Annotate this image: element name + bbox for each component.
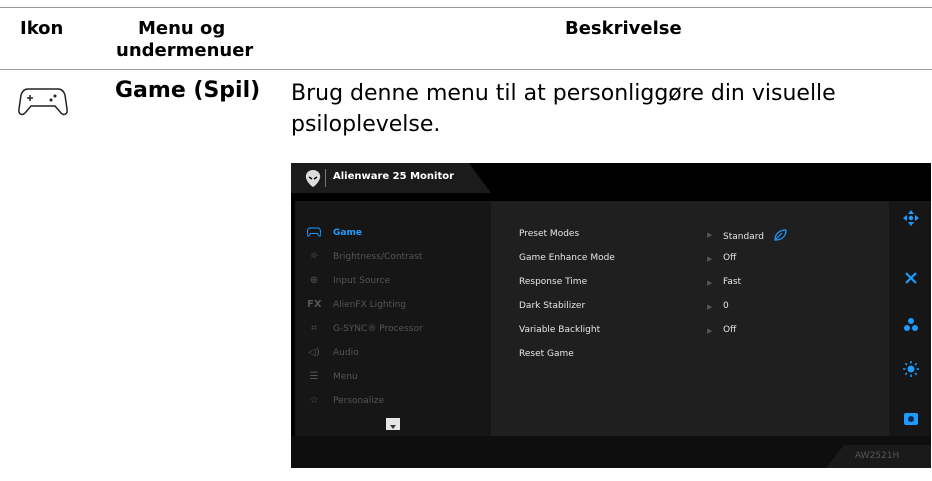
arrow-right-icon: ▶	[707, 327, 713, 335]
gamepad-icon	[18, 85, 68, 117]
header-icon-column: Ikon	[20, 18, 64, 39]
top-rule	[0, 7, 932, 8]
arrow-right-icon: ▶	[707, 279, 713, 287]
scroll-down-button[interactable]	[386, 418, 400, 430]
gamepad-icon	[306, 227, 322, 239]
processor-icon: ⌗	[311, 323, 317, 334]
alienware-logo-icon	[305, 170, 321, 187]
brightness-icon: ☼	[309, 251, 319, 262]
header-description-column: Beskrivelse	[565, 18, 682, 39]
osd-screenshot: Alienware 25 Monitor Game ☼ Brightness/Co…	[291, 163, 931, 468]
osd-model-label: AW2521H	[855, 451, 900, 461]
leaf-icon	[773, 229, 787, 244]
input-source-icon: ⊕	[309, 275, 319, 286]
close-icon[interactable]	[903, 270, 919, 286]
setting-dark-stabilizer-value[interactable]: 0	[723, 301, 729, 311]
osd-menu-label: Input Source	[333, 276, 391, 286]
arrow-right-icon: ▶	[707, 303, 713, 311]
header-menu-line1: Menu og	[138, 18, 226, 39]
osd-menu-label: Brightness/Contrast	[333, 252, 423, 262]
setting-dark-stabilizer-label: Dark Stabilizer	[519, 301, 586, 311]
osd-title-separator	[325, 169, 326, 187]
setting-variable-backlight-label: Variable Backlight	[519, 325, 601, 335]
osd-menu-item-personalize[interactable]: ☆ Personalize	[307, 395, 385, 411]
row-title: Game (Spil)	[115, 78, 261, 103]
osd-header-title: Alienware 25 Monitor	[333, 171, 455, 182]
osd-menu-item-alienfx[interactable]: FX AlienFX Lighting	[307, 299, 406, 315]
audio-icon: ◁)	[308, 347, 320, 358]
arrow-right-icon: ▶	[707, 255, 713, 263]
header-menu-line2: undermenuer	[116, 40, 254, 61]
star-icon: ☆	[309, 395, 319, 406]
screen-icon[interactable]	[903, 411, 919, 427]
osd-menu-item-game[interactable]: Game	[306, 227, 362, 243]
osd-menu-item-processor[interactable]: ⌗ G-SYNC® Processor	[307, 323, 423, 339]
osd-menu-label: Audio	[333, 348, 359, 358]
row-description: Brug denne menu til at personliggøre din…	[291, 81, 836, 137]
setting-game-enhance-value[interactable]: Off	[723, 253, 736, 263]
setting-variable-backlight-value[interactable]: Off	[723, 325, 736, 335]
osd-menu-item-audio[interactable]: ◁) Audio	[307, 347, 359, 363]
osd-menu-item-menu[interactable]: ☰ Menu	[307, 371, 358, 387]
osd-menu-label: G-SYNC® Processor	[333, 324, 423, 334]
setting-reset-game[interactable]: Reset Game	[519, 349, 574, 359]
header-menu-column: Menu og undermenuer	[116, 18, 298, 62]
setting-response-time-label: Response Time	[519, 277, 588, 287]
arrow-right-icon: ▶	[707, 231, 713, 239]
setting-game-enhance-label: Game Enhance Mode	[519, 253, 615, 263]
brightness-icon[interactable]	[903, 361, 919, 377]
shortcut-icon[interactable]	[903, 317, 919, 333]
header-bottom-rule	[0, 69, 932, 70]
alienfx-icon: FX	[307, 299, 322, 310]
preset-mode-value: Standard	[723, 232, 764, 242]
osd-menu-label: AlienFX Lighting	[333, 300, 406, 310]
osd-menu-item-brightness[interactable]: ☼ Brightness/Contrast	[307, 251, 423, 267]
menu-icon: ☰	[309, 371, 319, 382]
osd-menu-item-input-source[interactable]: ⊕ Input Source	[307, 275, 390, 291]
osd-menu-label: Personalize	[333, 396, 385, 406]
setting-response-time-value[interactable]: Fast	[723, 277, 741, 287]
setting-preset-modes-label: Preset Modes	[519, 229, 580, 239]
osd-menu-label: Game	[333, 228, 362, 238]
navigate-icon[interactable]	[903, 210, 919, 226]
osd-menu-label: Menu	[333, 372, 358, 382]
setting-preset-modes-value[interactable]: Standard	[723, 229, 787, 244]
